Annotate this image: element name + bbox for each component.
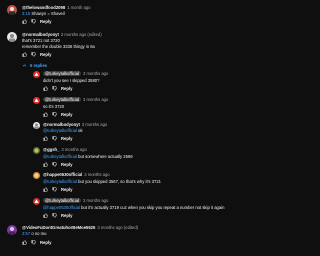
avatar[interactable] [33, 97, 40, 104]
reply-header: @normalbodyonyt 3 months ago [43, 122, 107, 127]
author-handle[interactable]: @normalbodyonyt [22, 32, 59, 37]
avatar[interactable] [33, 147, 40, 154]
reply-header: @ggsh_ 3 months ago [43, 147, 87, 152]
timestamp-link[interactable]: 3:57 [22, 231, 30, 236]
comment-body: o no mu [30, 231, 47, 236]
timestamp[interactable]: 3 months ago [84, 172, 109, 177]
mention-link[interactable]: @turkeytalkofficial [43, 154, 77, 159]
like-icon[interactable] [43, 213, 48, 218]
reply-body: @happe0530official but it's actually 371… [43, 205, 224, 210]
comment-header: @thelowandfood2098 1 month ago [22, 5, 90, 10]
avatar[interactable] [33, 122, 40, 129]
like-icon[interactable] [22, 52, 27, 57]
timestamp[interactable]: 1 month ago [67, 5, 90, 10]
author-handle[interactable]: @happe0530official [43, 172, 82, 177]
comment-body-line: that's 3721 not 3720 [22, 38, 60, 43]
dislike-icon[interactable] [52, 112, 57, 117]
comment-body-line: remember the double 3336 thingy in 6a [22, 44, 95, 49]
timestamp[interactable]: 3 months ago [83, 97, 108, 102]
dislike-icon[interactable] [52, 136, 57, 141]
reply-header: @happe0530official 3 months ago [43, 172, 110, 177]
like-icon[interactable] [22, 240, 27, 245]
reply-body: didn't you see I skipped 3580? [43, 78, 100, 83]
timestamp[interactable]: 3 months ago [83, 71, 108, 76]
comment-text: 3:57 o no mu [22, 231, 46, 236]
reply-body: @turkeytalkofficial but you skipped 3567… [43, 179, 161, 184]
mention-link[interactable]: @turkeytalkofficial [43, 179, 77, 184]
timestamp[interactable]: 3 months ago [82, 122, 107, 127]
reply-actions: Reply [43, 86, 72, 91]
timestamp[interactable]: 3 months ago [83, 198, 108, 203]
like-icon[interactable] [43, 86, 48, 91]
dislike-icon[interactable] [52, 162, 57, 167]
timestamp[interactable]: 3 months ago (edited) [97, 225, 138, 230]
reply-button[interactable]: Reply [40, 19, 51, 24]
comment-body: Shawyn = Shaveil [30, 11, 65, 16]
reply-header: @turkeytalkofficial 3 months ago [43, 71, 108, 76]
comment-header: @VideoFuDontGreatuhorBeMoe5525 3 months a… [22, 225, 138, 230]
reply-text: but you skipped 3567, so that's why it's… [76, 179, 161, 184]
mention-link[interactable]: @happe0530official [43, 205, 80, 210]
reply-actions: Reply [43, 213, 72, 218]
avatar[interactable] [7, 5, 17, 15]
reply-button[interactable]: Reply [61, 187, 72, 192]
dislike-icon[interactable] [31, 19, 36, 24]
reply-button[interactable]: Reply [40, 52, 51, 57]
avatar[interactable] [33, 71, 40, 78]
avatar[interactable] [33, 172, 40, 179]
dislike-icon[interactable] [52, 213, 57, 218]
reply-button[interactable]: Reply [61, 213, 72, 218]
comment-actions: Reply [22, 52, 51, 57]
reply-body: so it's 3720 [43, 104, 65, 109]
reply-header: @turkeytalkofficial 3 months ago [43, 198, 108, 203]
replies-toggle[interactable]: 6 replies [22, 63, 47, 68]
author-handle[interactable]: @thelowandfood2098 [22, 5, 65, 10]
reply-actions: Reply [43, 112, 72, 117]
like-icon[interactable] [43, 136, 48, 141]
author-handle[interactable]: @turkeytalkofficial [43, 97, 81, 102]
reply-button[interactable]: Reply [61, 112, 72, 117]
chevron-up-icon [22, 63, 27, 68]
like-icon[interactable] [22, 19, 27, 24]
reply-button[interactable]: Reply [61, 86, 72, 91]
reply-text: but somewhere actually 2569 [76, 154, 133, 159]
avatar[interactable] [7, 225, 17, 235]
dislike-icon[interactable] [52, 187, 57, 192]
reply-button[interactable]: Reply [61, 136, 72, 141]
dislike-icon[interactable] [31, 52, 36, 57]
mention-link[interactable]: @turkeytalkofficial [43, 128, 77, 133]
replies-count: 6 replies [30, 63, 47, 68]
timestamp[interactable]: 3 months ago [61, 147, 86, 152]
author-handle[interactable]: @VideoFuDontGreatuhorBeMoe5525 [22, 225, 95, 230]
like-icon[interactable] [43, 112, 48, 117]
like-icon[interactable] [43, 162, 48, 167]
reply-button[interactable]: Reply [61, 162, 72, 167]
author-handle[interactable]: @normalbodyonyt [43, 122, 80, 127]
reply-actions: Reply [43, 162, 72, 167]
reply-button[interactable]: Reply [40, 240, 51, 245]
reply-text: ok [76, 128, 83, 133]
avatar[interactable] [7, 32, 17, 42]
dislike-icon[interactable] [31, 240, 36, 245]
reply-text: but it's actually 3719 cuz when you skip… [80, 205, 225, 210]
reply-body: @turkeytalkofficial but somewhere actual… [43, 154, 133, 159]
comment-text: 3:16 Shawyn = Shaveil [22, 11, 65, 16]
reply-actions: Reply [43, 136, 72, 141]
author-handle[interactable]: @ggsh_ [43, 147, 59, 152]
reply-body: @turkeytalkofficial ok [43, 128, 83, 133]
comment-actions: Reply [22, 240, 51, 245]
avatar[interactable] [33, 198, 40, 205]
reply-header: @turkeytalkofficial 3 months ago [43, 97, 108, 102]
author-handle[interactable]: @turkeytalkofficial [43, 198, 81, 203]
timestamp-link[interactable]: 3:16 [22, 11, 30, 16]
like-icon[interactable] [43, 187, 48, 192]
comment-header: @normalbodyonyt 3 months ago (edited) [22, 32, 102, 37]
reply-actions: Reply [43, 187, 72, 192]
timestamp[interactable]: 3 months ago (edited) [61, 32, 102, 37]
comment-actions: Reply [22, 19, 51, 24]
author-handle[interactable]: @turkeytalkofficial [43, 71, 81, 76]
dislike-icon[interactable] [52, 86, 57, 91]
